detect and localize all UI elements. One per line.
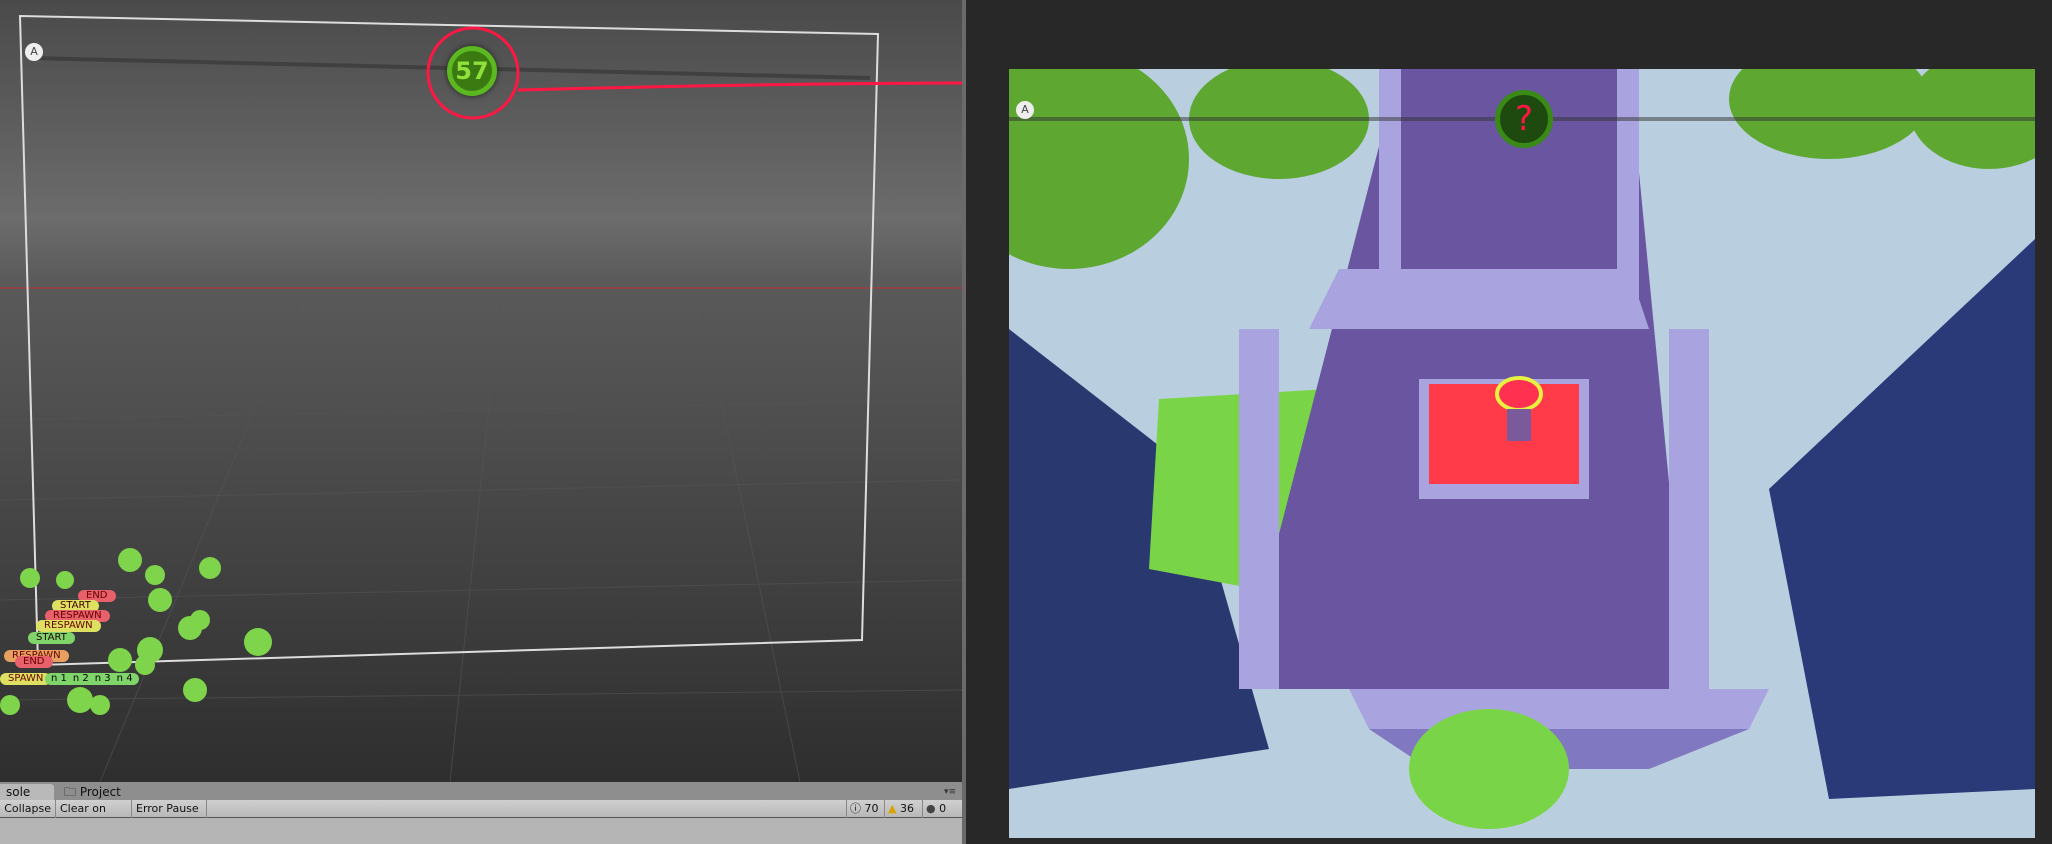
tab-console[interactable]: sole: [0, 784, 54, 800]
panel-divider[interactable]: [962, 0, 966, 844]
console-toolbar: Collapse Clear on Play Error Pause ⓘ 70 …: [0, 800, 962, 833]
warning-icon: ▲: [888, 802, 897, 815]
spawn-point-label: n 4: [116, 673, 133, 684]
error-pause-button[interactable]: Error Pause: [132, 800, 207, 818]
warning-count: 36: [899, 802, 914, 815]
scene-view[interactable]: A 57 END START RESPAWN RESPAWN START RES…: [0, 0, 962, 782]
spawn-point-labels: n 1 n 2 n 3 n 4: [45, 673, 139, 685]
tab-project-label: Project: [79, 785, 121, 799]
gizmo-a-icon: A: [25, 43, 43, 61]
error-icon: ●: [926, 802, 936, 815]
info-icon: ⓘ: [850, 802, 861, 815]
marker-label: SPAWN: [0, 673, 52, 685]
collapse-button[interactable]: Collapse: [0, 800, 56, 818]
spawn-point-label: n 3: [94, 673, 111, 684]
timer-badge: ?: [1495, 90, 1553, 148]
scene-canvas: [0, 14, 962, 782]
error-count: 0: [939, 802, 947, 815]
game-view[interactable]: A ?: [1009, 69, 2035, 838]
console-tab-bar: sole 🗀 Project ▾≡: [0, 782, 962, 800]
menu-icon[interactable]: ▾≡: [944, 787, 956, 797]
game-canvas: [1009, 69, 2035, 829]
marker-label: START: [28, 632, 75, 644]
player-character: [1495, 376, 1543, 412]
spawn-point-label: n 2: [72, 673, 89, 684]
spawn-point-label: n 1: [51, 673, 67, 684]
error-count-toggle[interactable]: ● 0: [922, 800, 962, 818]
gizmo-a-icon: A: [1016, 101, 1034, 119]
console-log-area[interactable]: [0, 818, 962, 844]
info-count-toggle[interactable]: ⓘ 70: [846, 800, 884, 818]
info-count: 70: [864, 802, 879, 815]
marker-label: RESPAWN: [36, 620, 101, 632]
annotation-arrow: [517, 81, 962, 92]
warning-count-toggle[interactable]: ▲ 36: [884, 800, 922, 818]
marker-label: END: [15, 656, 53, 668]
folder-icon: 🗀: [64, 785, 80, 799]
timer-badge: 57: [447, 46, 497, 96]
tab-project[interactable]: 🗀 Project: [58, 784, 127, 800]
clear-on-play-button[interactable]: Clear on Play: [56, 800, 132, 833]
